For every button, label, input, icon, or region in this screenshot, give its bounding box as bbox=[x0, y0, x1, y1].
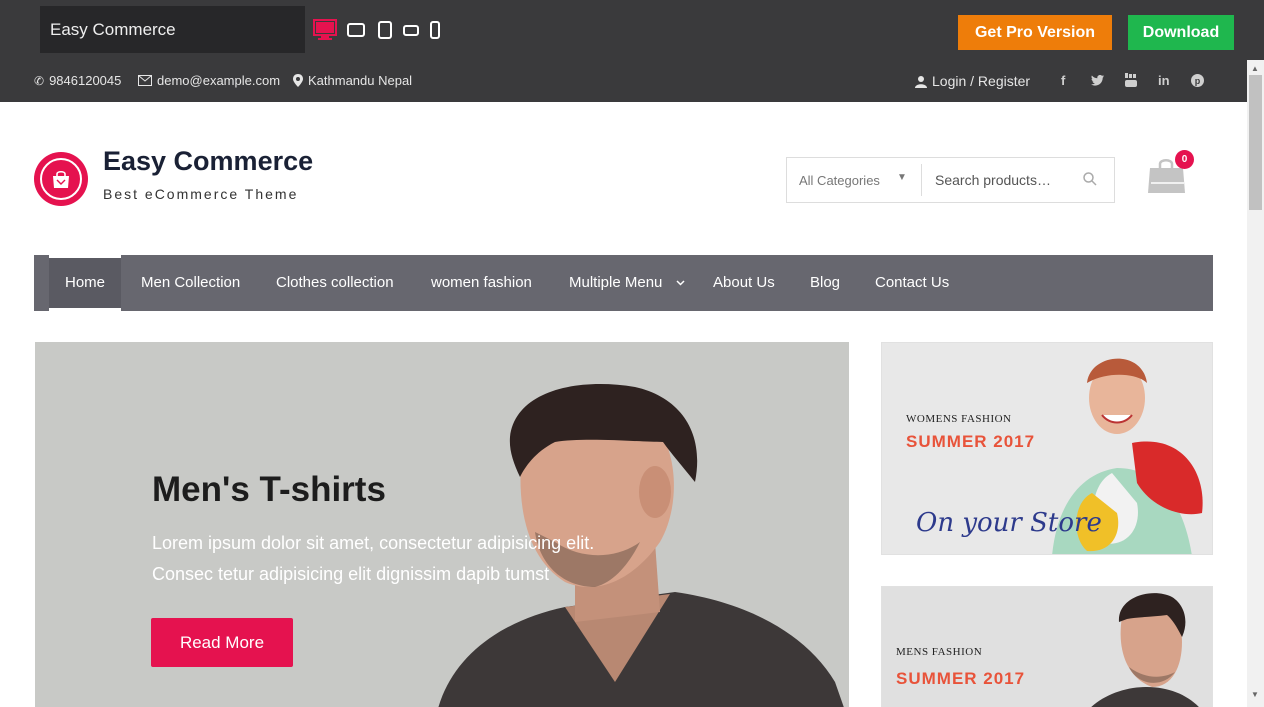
womens-fashion-banner[interactable]: WOMENS FASHION SUMMER 2017 On your Store bbox=[881, 342, 1213, 555]
search-icon[interactable] bbox=[1083, 172, 1097, 186]
envelope-icon bbox=[138, 75, 152, 86]
user-icon bbox=[915, 75, 927, 88]
mens-summer-label: SUMMER 2017 bbox=[896, 669, 1026, 688]
womens-summer-label: SUMMER 2017 bbox=[906, 432, 1036, 451]
scroll-up-arrow-icon[interactable]: ▲ bbox=[1251, 64, 1259, 73]
scroll-down-arrow-icon[interactable]: ▼ bbox=[1251, 690, 1259, 699]
site-logo[interactable] bbox=[34, 152, 88, 206]
hero-slider: Men's T-shirts Lorem ipsum dolor sit ame… bbox=[35, 342, 849, 707]
hero-description-line-1: Lorem ipsum dolor sit amet, consectetur … bbox=[152, 533, 595, 553]
phone-number: 9846120045 bbox=[49, 73, 122, 88]
scrollbar-thumb[interactable] bbox=[1249, 75, 1262, 210]
location-text: Kathmandu Nepal bbox=[308, 73, 413, 88]
dropdown-arrow-icon: ▼ bbox=[897, 172, 907, 183]
product-search: All Categories ▼ bbox=[786, 157, 1115, 203]
mobile-portrait-icon[interactable] bbox=[430, 21, 440, 39]
tablet-landscape-icon[interactable] bbox=[347, 23, 365, 37]
nav-item-blog[interactable]: Blog bbox=[810, 255, 840, 311]
mens-fashion-banner[interactable]: MENS FASHION SUMMER 2017 bbox=[881, 586, 1213, 707]
nav-item-clothes-collection[interactable]: Clothes collection bbox=[276, 255, 394, 311]
nav-item-home[interactable]: Home bbox=[49, 255, 121, 311]
mens-fashion-label: MENS FASHION bbox=[896, 646, 983, 658]
chevron-down-icon bbox=[676, 280, 685, 286]
search-input[interactable] bbox=[935, 169, 1075, 191]
location-info: Kathmandu Nepal bbox=[293, 73, 412, 88]
email-info[interactable]: demo@example.com bbox=[138, 73, 280, 88]
facebook-icon[interactable]: f bbox=[1061, 73, 1065, 88]
nav-item-multiple-menu[interactable]: Multiple Menu bbox=[569, 255, 662, 311]
phone-icon: ✆ bbox=[34, 73, 45, 88]
pinterest-icon[interactable]: p bbox=[1191, 74, 1204, 87]
youtube-icon[interactable] bbox=[1125, 73, 1137, 87]
hero-title: Men's T-shirts bbox=[152, 470, 386, 509]
scrollbar[interactable]: ▲ ▼ bbox=[1247, 60, 1264, 707]
nav-item-men-collection[interactable]: Men Collection bbox=[141, 255, 240, 311]
main-nav: Home Men Collection Clothes collection w… bbox=[34, 255, 1213, 311]
read-more-button[interactable]: Read More bbox=[151, 618, 293, 667]
nav-item-about-us[interactable]: About Us bbox=[713, 255, 775, 311]
login-label: Login / Register bbox=[932, 73, 1031, 89]
on-your-store-script: On your Store bbox=[916, 508, 1102, 538]
desktop-icon[interactable] bbox=[313, 19, 337, 41]
svg-text:p: p bbox=[1195, 76, 1201, 86]
tablet-portrait-icon[interactable] bbox=[378, 21, 392, 39]
search-divider bbox=[921, 164, 922, 196]
site-tagline: Best eCommerce Theme bbox=[103, 186, 299, 202]
download-button[interactable]: Download bbox=[1128, 15, 1234, 50]
nav-item-women-fashion[interactable]: women fashion bbox=[431, 255, 532, 311]
hero-description-line-2: Consec tetur adipisicing elit dignissim … bbox=[152, 564, 550, 584]
shopping-bag-icon bbox=[53, 170, 69, 188]
cart-count-badge: 0 bbox=[1175, 150, 1194, 169]
phone-info: ✆ 9846120045 bbox=[34, 73, 121, 88]
email-address: demo@example.com bbox=[157, 73, 281, 88]
get-pro-button[interactable]: Get Pro Version bbox=[958, 15, 1112, 50]
mobile-landscape-icon[interactable] bbox=[403, 25, 419, 36]
site-preview: ✆ 9846120045 demo@example.com Kathmandu … bbox=[0, 60, 1247, 707]
login-register-link[interactable]: Login / Register bbox=[915, 73, 1030, 89]
nav-item-contact-us[interactable]: Contact Us bbox=[875, 255, 949, 311]
theme-selector[interactable]: Easy Commerce bbox=[40, 6, 305, 53]
top-bar: ✆ 9846120045 demo@example.com Kathmandu … bbox=[0, 60, 1247, 102]
womens-fashion-label: WOMENS FASHION bbox=[906, 413, 1012, 425]
twitter-icon[interactable] bbox=[1091, 75, 1104, 86]
site-title[interactable]: Easy Commerce bbox=[103, 146, 313, 177]
man-portrait-image bbox=[1091, 593, 1199, 707]
linkedin-icon[interactable]: in bbox=[1158, 73, 1170, 88]
category-select[interactable]: All Categories bbox=[799, 173, 880, 188]
map-pin-icon bbox=[293, 74, 303, 87]
demo-toolbar: Easy Commerce Get Pro Version Download bbox=[0, 0, 1264, 60]
